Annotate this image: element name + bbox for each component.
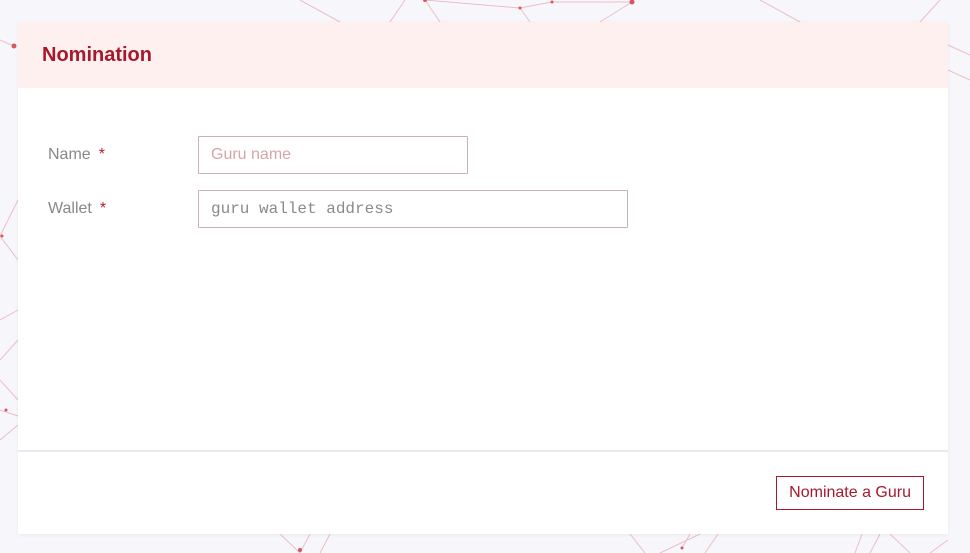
wallet-required-mark: * [99, 200, 107, 217]
card-footer: Nominate a Guru [18, 452, 948, 534]
wallet-label-text: Wallet [48, 200, 92, 217]
name-required-mark: * [98, 146, 105, 163]
name-field-label: Name * [48, 146, 105, 164]
guru-name-input[interactable] [198, 136, 468, 174]
nomination-form: Name * Wallet * [18, 88, 948, 450]
card-header: Nomination [18, 22, 948, 88]
card-title: Nomination [42, 43, 152, 66]
nominate-guru-button[interactable]: Nominate a Guru [776, 476, 924, 510]
name-label-text: Name [48, 146, 91, 163]
wallet-address-input[interactable] [198, 190, 628, 228]
nomination-card: Nomination Name * Wallet * Nominate a Guru [18, 22, 948, 534]
wallet-field-label: Wallet * [48, 200, 106, 218]
